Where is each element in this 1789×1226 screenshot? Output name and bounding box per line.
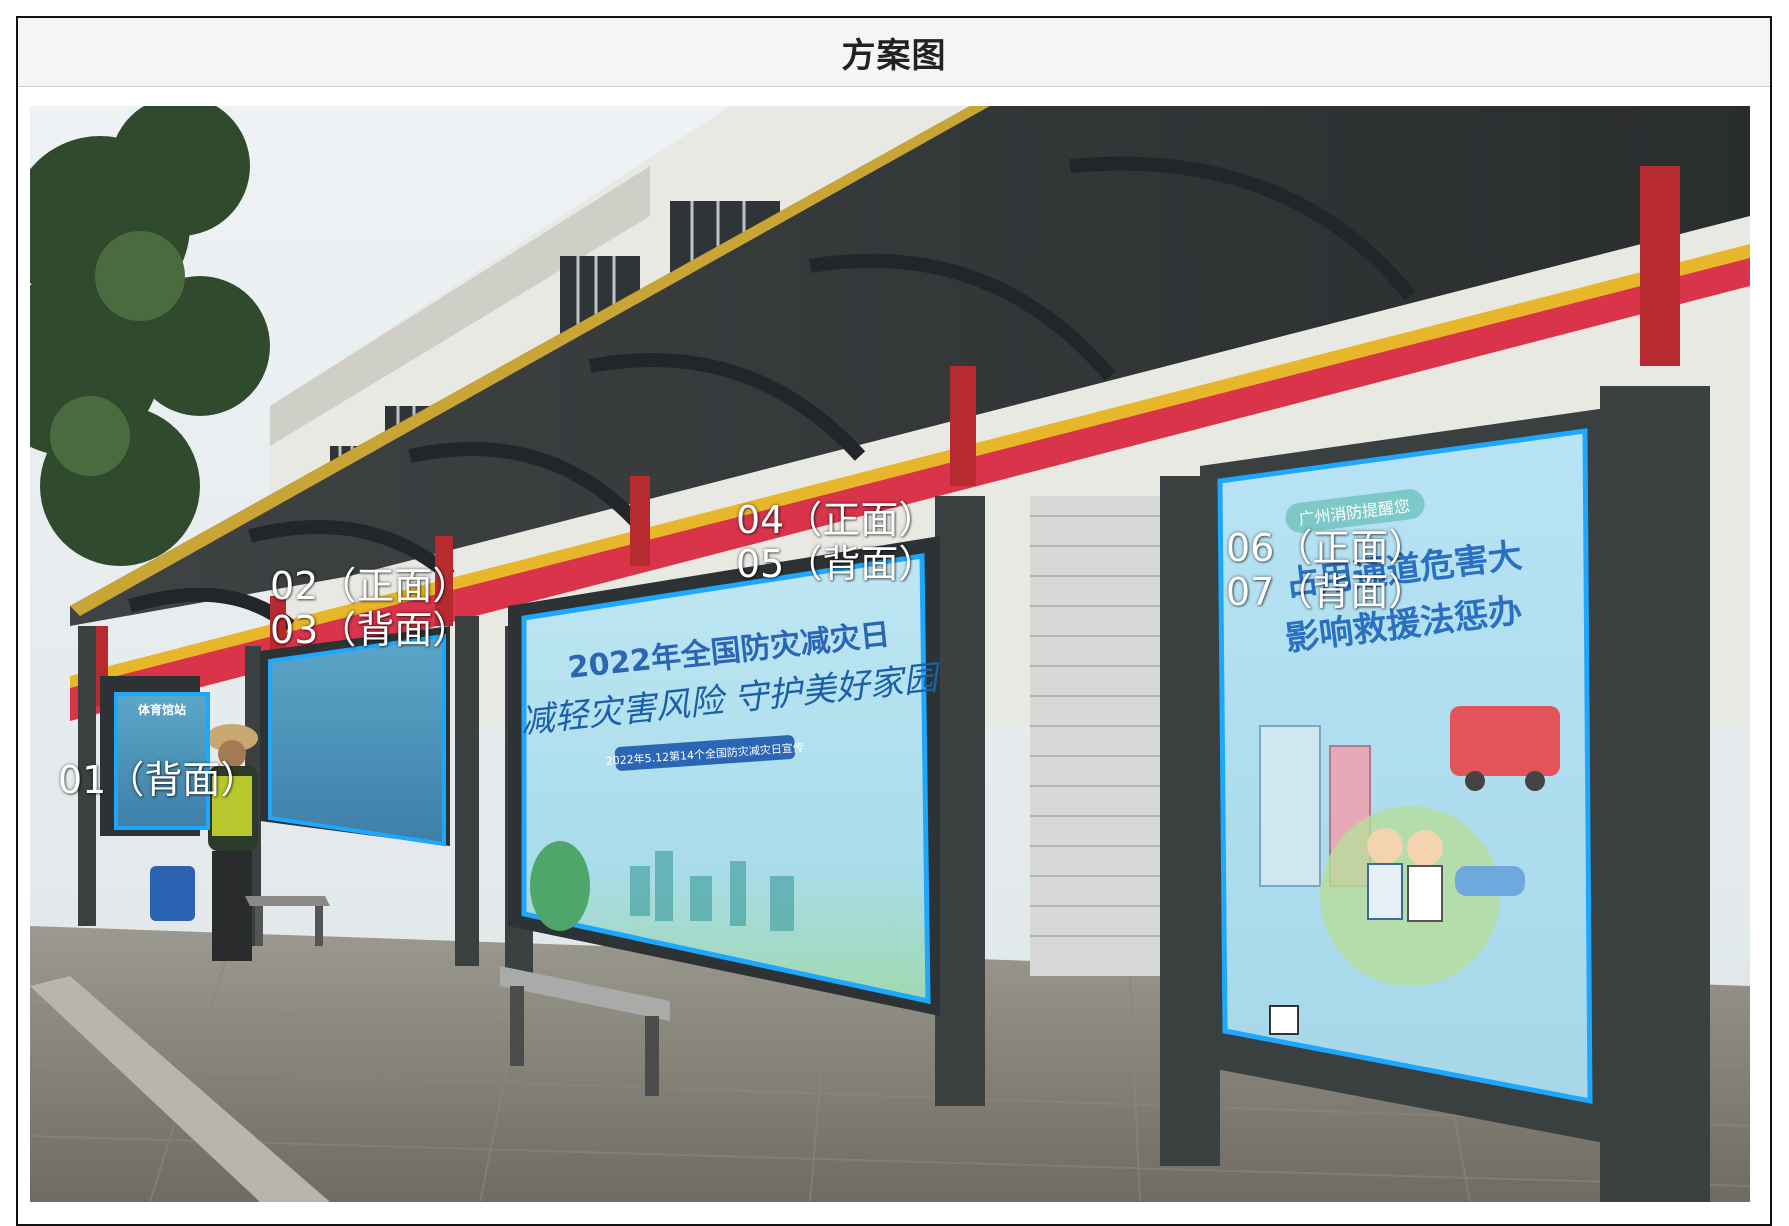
panel-title: 方案图 <box>841 35 947 76</box>
label-06-front: 06（正面） <box>1226 526 1427 570</box>
label-05-back: 05（背面） <box>736 542 937 586</box>
panel-label-06-07: 06（正面） 07（背面） <box>1226 526 1426 614</box>
small-sign-text: 体育馆站 <box>138 702 186 717</box>
label-07-back: 07（背面） <box>1226 570 1427 614</box>
label-04-front: 04（正面） <box>736 498 937 542</box>
panel-header: 方案图 <box>18 18 1770 87</box>
label-03-back: 03（背面） <box>270 608 471 652</box>
panel-label-04-05: 04（正面） 05（背面） <box>736 498 936 586</box>
panel-label-01: 01（背面） <box>58 758 258 802</box>
photo-illustration: 体育馆站 2022年全国防灾减灾日 减轻灾害风险 守护美好家园 2022年5.1… <box>30 106 1750 1202</box>
scheme-panel: 方案图 体育馆站 2022年全国防灾减灾日 减轻灾害风险 守护美好家园 2022… <box>16 16 1772 1226</box>
label-01-back: 01（背面） <box>58 758 259 802</box>
panel-label-02-03: 02（正面） 03（背面） <box>270 564 470 652</box>
bus-shelter-photo: 体育馆站 2022年全国防灾减灾日 减轻灾害风险 守护美好家园 2022年5.1… <box>30 106 1750 1202</box>
label-02-front: 02（正面） <box>270 564 471 608</box>
